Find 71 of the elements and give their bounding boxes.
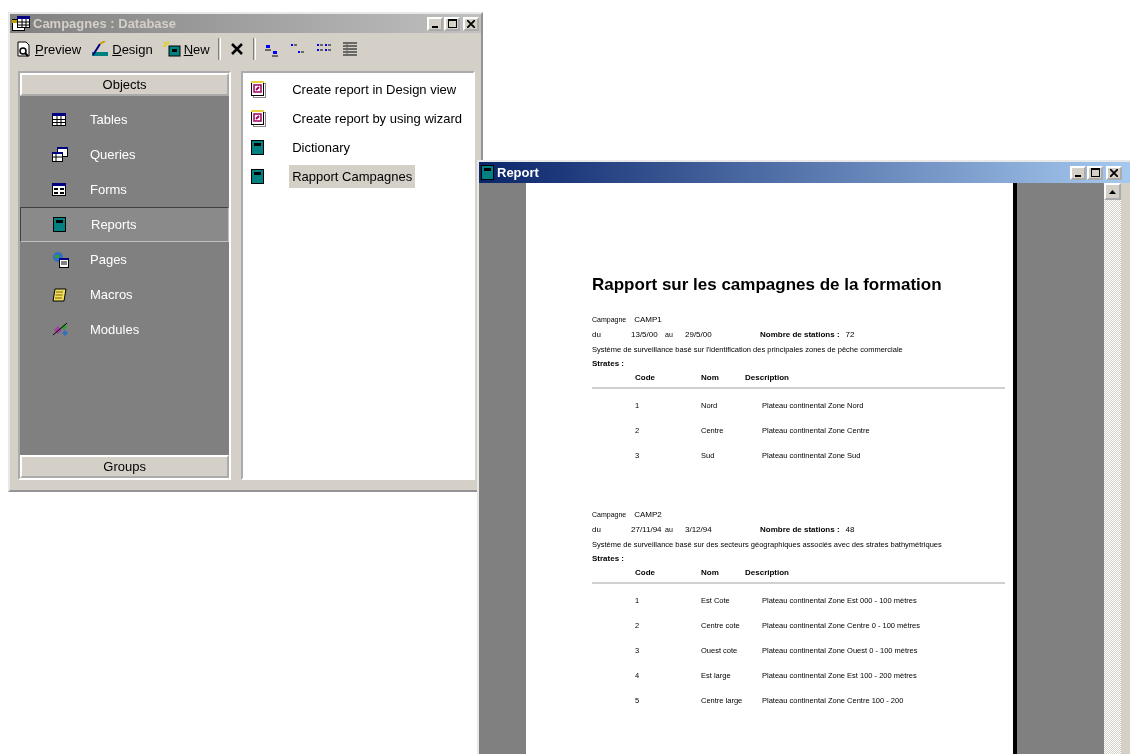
minimize-icon	[432, 25, 438, 28]
design-button[interactable]: Design	[89, 40, 155, 58]
field-value: CAMP2	[634, 510, 662, 519]
column-header: Description	[745, 568, 790, 577]
wizard-report-icon	[251, 110, 267, 127]
new-button[interactable]: New	[160, 40, 212, 58]
column-header: Code	[635, 568, 656, 577]
sidebar-item[interactable]: Queries	[20, 137, 230, 172]
list-item[interactable]: Dictionary	[289, 136, 353, 159]
page-icon	[52, 251, 70, 268]
close-icon	[1110, 168, 1118, 177]
scrollbar[interactable]	[1104, 183, 1121, 754]
macro-icon	[52, 287, 67, 302]
details-icon	[341, 41, 358, 57]
sidebar-item[interactable]: Pages	[20, 242, 230, 277]
report-icon	[251, 140, 265, 155]
close-button[interactable]	[463, 16, 479, 31]
delete-icon	[228, 41, 245, 57]
field-value: 29/5/00	[685, 330, 713, 339]
field-value: 3/12/94	[685, 525, 713, 534]
column-header: Code	[635, 373, 656, 382]
column-header: Nom	[701, 373, 720, 382]
column-header: Nom	[701, 568, 720, 577]
section-label: Strates :	[592, 554, 625, 563]
scroll-up-button[interactable]	[1104, 183, 1121, 200]
report-title: Rapport sur les campagnes de la formation	[592, 275, 943, 295]
field-label: du	[592, 330, 602, 339]
objects-header-button[interactable]: Objects	[20, 73, 230, 96]
report-icon	[53, 217, 66, 232]
sidebar-item[interactable]: Modules	[20, 312, 230, 347]
field-value: 48	[844, 525, 856, 534]
field-label: du	[592, 525, 602, 534]
table-icon	[52, 113, 66, 126]
window-title: Report	[497, 165, 540, 180]
field-value: CAMP1	[634, 315, 662, 324]
field-value: 13/5/00	[631, 330, 659, 339]
design-icon	[91, 41, 110, 57]
sidebar-item[interactable]: Tables	[20, 102, 230, 137]
query-icon	[52, 147, 68, 162]
maximize-icon	[1090, 168, 1100, 177]
database-icon	[12, 16, 30, 31]
form-icon	[52, 183, 66, 196]
up-arrow-icon	[1109, 189, 1116, 194]
new-icon	[162, 41, 181, 57]
maximize-icon	[447, 19, 457, 28]
maximize-button[interactable]	[1087, 165, 1103, 180]
report-icon	[481, 165, 494, 180]
field-value: 72	[844, 330, 856, 339]
close-button[interactable]	[1106, 165, 1122, 180]
list-item[interactable]: Rapport Campagnes	[289, 165, 416, 188]
list-item[interactable]: Create report in Design view	[289, 78, 460, 101]
sidebar-item[interactable]: Macros	[20, 277, 230, 312]
maximize-button[interactable]	[444, 16, 460, 31]
preview-button[interactable]: Preview	[14, 40, 84, 58]
list-item[interactable]: Create report by using wizard	[289, 107, 465, 130]
field-label: Nombre de stations :	[760, 525, 840, 534]
window-title: Campagnes : Database	[33, 16, 178, 31]
section-label: Strates :	[592, 359, 625, 368]
wizard-report-icon	[251, 81, 267, 98]
preview-icon	[16, 41, 32, 57]
report-icon	[251, 169, 265, 184]
minimize-button[interactable]	[1070, 165, 1086, 180]
minimize-icon	[1075, 174, 1081, 177]
groups-header-button[interactable]: Groups	[20, 455, 230, 478]
column-header: Description	[745, 373, 790, 382]
module-icon	[52, 322, 70, 337]
close-icon	[467, 19, 475, 28]
field-label: Nombre de stations :	[760, 330, 840, 339]
minimize-button[interactable]	[427, 16, 443, 31]
field-value: 27/11/94	[631, 525, 663, 534]
sidebar-item[interactable]: Forms	[20, 172, 230, 207]
